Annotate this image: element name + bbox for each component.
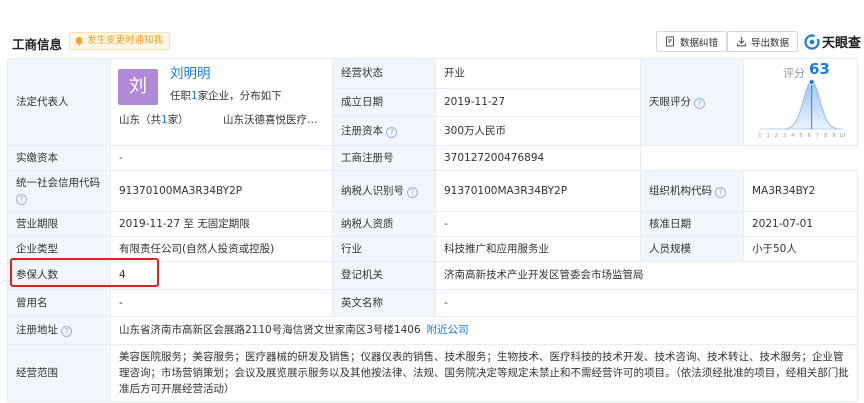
regno-value: 370127200476894 xyxy=(435,145,641,171)
score-cell: 0 1 2 3 4 5 6 7 8 9 10 评分 63 xyxy=(743,58,858,146)
data-correction-label: 数据纠错 xyxy=(680,37,719,49)
help-icon[interactable]: ? xyxy=(694,97,705,109)
org-code-value: MA3R34BY2 xyxy=(743,170,858,212)
score-marker-dot xyxy=(808,78,815,85)
tax-qualification-label: 纳税人资质 xyxy=(332,211,436,237)
founded-label: 成立日期 xyxy=(332,87,436,118)
staff-size-value: 小于50人 xyxy=(743,236,858,262)
address-cell: 山东省济南市高新区会展路2110号海信贤文世家南区3号楼1406 附近公司 xyxy=(110,316,858,345)
org-code-label-cell: 组织机构代码? xyxy=(640,170,744,212)
taxid-label-cell: 纳税人识别号? xyxy=(332,170,436,212)
capital-value: 300万人民币 xyxy=(435,116,641,146)
score-tick-label: 1 xyxy=(767,133,770,139)
credit-code-label: 统一社会信用代码 xyxy=(16,177,100,189)
score-tick-label: 2 xyxy=(775,133,778,139)
scope-value: 美容医院服务；美容服务；医疗器械的研发及销售；仪器仪表的销售、技术服务；生物技术… xyxy=(110,344,858,402)
regno-label: 工商注册号 xyxy=(332,145,436,171)
score-tick-label: 8 xyxy=(824,133,827,139)
former-name-value: - xyxy=(110,289,333,317)
tax-qualification-value: - xyxy=(435,211,641,237)
score-tick-label: 4 xyxy=(791,133,794,139)
credit-code-value: 91370100MA3R34BY2P xyxy=(110,170,333,212)
help-icon[interactable]: ? xyxy=(407,186,418,198)
score-label: 天眼评分 xyxy=(649,95,691,108)
legal-rep-name[interactable]: 刘明明 xyxy=(170,67,211,82)
status-value: 开业 xyxy=(435,58,641,89)
download-icon xyxy=(736,37,747,47)
edit-doc-icon xyxy=(666,36,674,47)
capital-label-cell: 注册资本? xyxy=(332,116,436,146)
score-tick-label: 10 xyxy=(839,133,845,139)
approve-date-label: 核准日期 xyxy=(640,211,744,237)
bell-icon xyxy=(75,37,83,46)
score-tick-label: 7 xyxy=(816,133,819,139)
brand-name: 天眼查 xyxy=(822,36,862,51)
business-info-table: 法定代表人 刘 刘明明 任职1家企业，分布如下 山东（共1家） 山东沃德喜悦医疗… xyxy=(7,58,858,402)
org-code-label: 组织机构代码 xyxy=(649,184,712,197)
address-label-cell: 注册地址? xyxy=(7,316,111,345)
legal-rep-label: 法定代表人 xyxy=(7,58,111,146)
scope-label: 经营范围 xyxy=(7,344,111,402)
credit-code-label-cell: 统一社会信用代码? xyxy=(7,170,111,212)
insured-count-highlight xyxy=(10,258,159,287)
taxid-label: 纳税人识别号 xyxy=(341,184,404,197)
score-label-cell: 天眼评分? xyxy=(640,58,744,146)
paid-capital-value: - xyxy=(110,145,333,171)
section-title: 工商信息 xyxy=(12,37,63,52)
score-distribution-area xyxy=(760,80,843,130)
legal-rep-summary: 任职1家企业，分布如下 xyxy=(170,90,282,102)
taxid-value: 91370100MA3R34BY2P xyxy=(435,170,641,212)
nearby-companies-link[interactable]: 附近公司 xyxy=(427,324,469,336)
score-tick-label: 5 xyxy=(799,133,802,139)
score-tick-label: 9 xyxy=(832,133,835,139)
score-caption: 评分 xyxy=(783,67,805,80)
legal-rep-cell: 刘 刘明明 任职1家企业，分布如下 山东（共1家） 山东沃德喜悦医疗美容有限公司 xyxy=(110,58,333,146)
authority-value: 济南高新技术产业开发区管委会市场监管局 xyxy=(435,261,858,290)
address-label: 注册地址 xyxy=(16,324,58,336)
english-name-value: - xyxy=(435,289,858,317)
address-value: 山东省济南市高新区会展路2110号海信贤文世家南区3号楼1406 xyxy=(119,324,421,336)
term-label: 营业期限 xyxy=(7,211,111,237)
score-value: 63 xyxy=(809,60,830,78)
industry-label: 行业 xyxy=(332,236,436,262)
legal-rep-company[interactable]: 山东沃德喜悦医疗美容有限公司 xyxy=(223,113,327,128)
avatar[interactable]: 刘 xyxy=(118,69,158,105)
approve-date-value: 2021-07-01 xyxy=(743,211,858,237)
help-icon[interactable]: ? xyxy=(715,186,726,198)
term-value: 2019-11-27 至 无固定期限 xyxy=(110,211,333,237)
score-tick-label: 3 xyxy=(783,133,786,139)
industry-value: 科技推广和应用服务业 xyxy=(435,236,641,262)
export-data-button[interactable]: 导出数据 xyxy=(727,31,799,52)
data-correction-button[interactable]: 数据纠错 xyxy=(656,31,728,52)
section-header: 工商信息 发生变更时通知我 数据纠错 导出数据 天眼查 xyxy=(0,0,864,58)
staff-size-label: 人员规模 xyxy=(640,236,744,262)
help-icon[interactable]: ? xyxy=(386,126,397,138)
tianyancha-logo: 天眼查 xyxy=(804,31,861,52)
help-icon[interactable]: ? xyxy=(16,194,27,205)
eye-logo-icon xyxy=(804,33,820,50)
change-notify-label: 发生变更时通知我 xyxy=(87,35,164,46)
former-name-label: 曾用名 xyxy=(7,289,111,317)
status-label: 经营状态 xyxy=(332,58,436,89)
change-notify-button[interactable]: 发生变更时通知我 xyxy=(69,32,171,50)
authority-label: 登记机关 xyxy=(332,261,436,290)
paid-capital-label: 实缴资本 xyxy=(7,145,111,171)
founded-value: 2019-11-27 xyxy=(435,87,641,118)
export-data-label: 导出数据 xyxy=(751,37,790,49)
legal-rep-region[interactable]: 山东（共1家） xyxy=(119,113,189,128)
help-icon[interactable]: ? xyxy=(61,326,72,337)
english-name-label: 英文名称 xyxy=(332,289,436,317)
score-tick-label: 0 xyxy=(758,133,761,139)
capital-label: 注册资本 xyxy=(341,124,383,137)
score-tick-label: 6 xyxy=(808,133,811,139)
